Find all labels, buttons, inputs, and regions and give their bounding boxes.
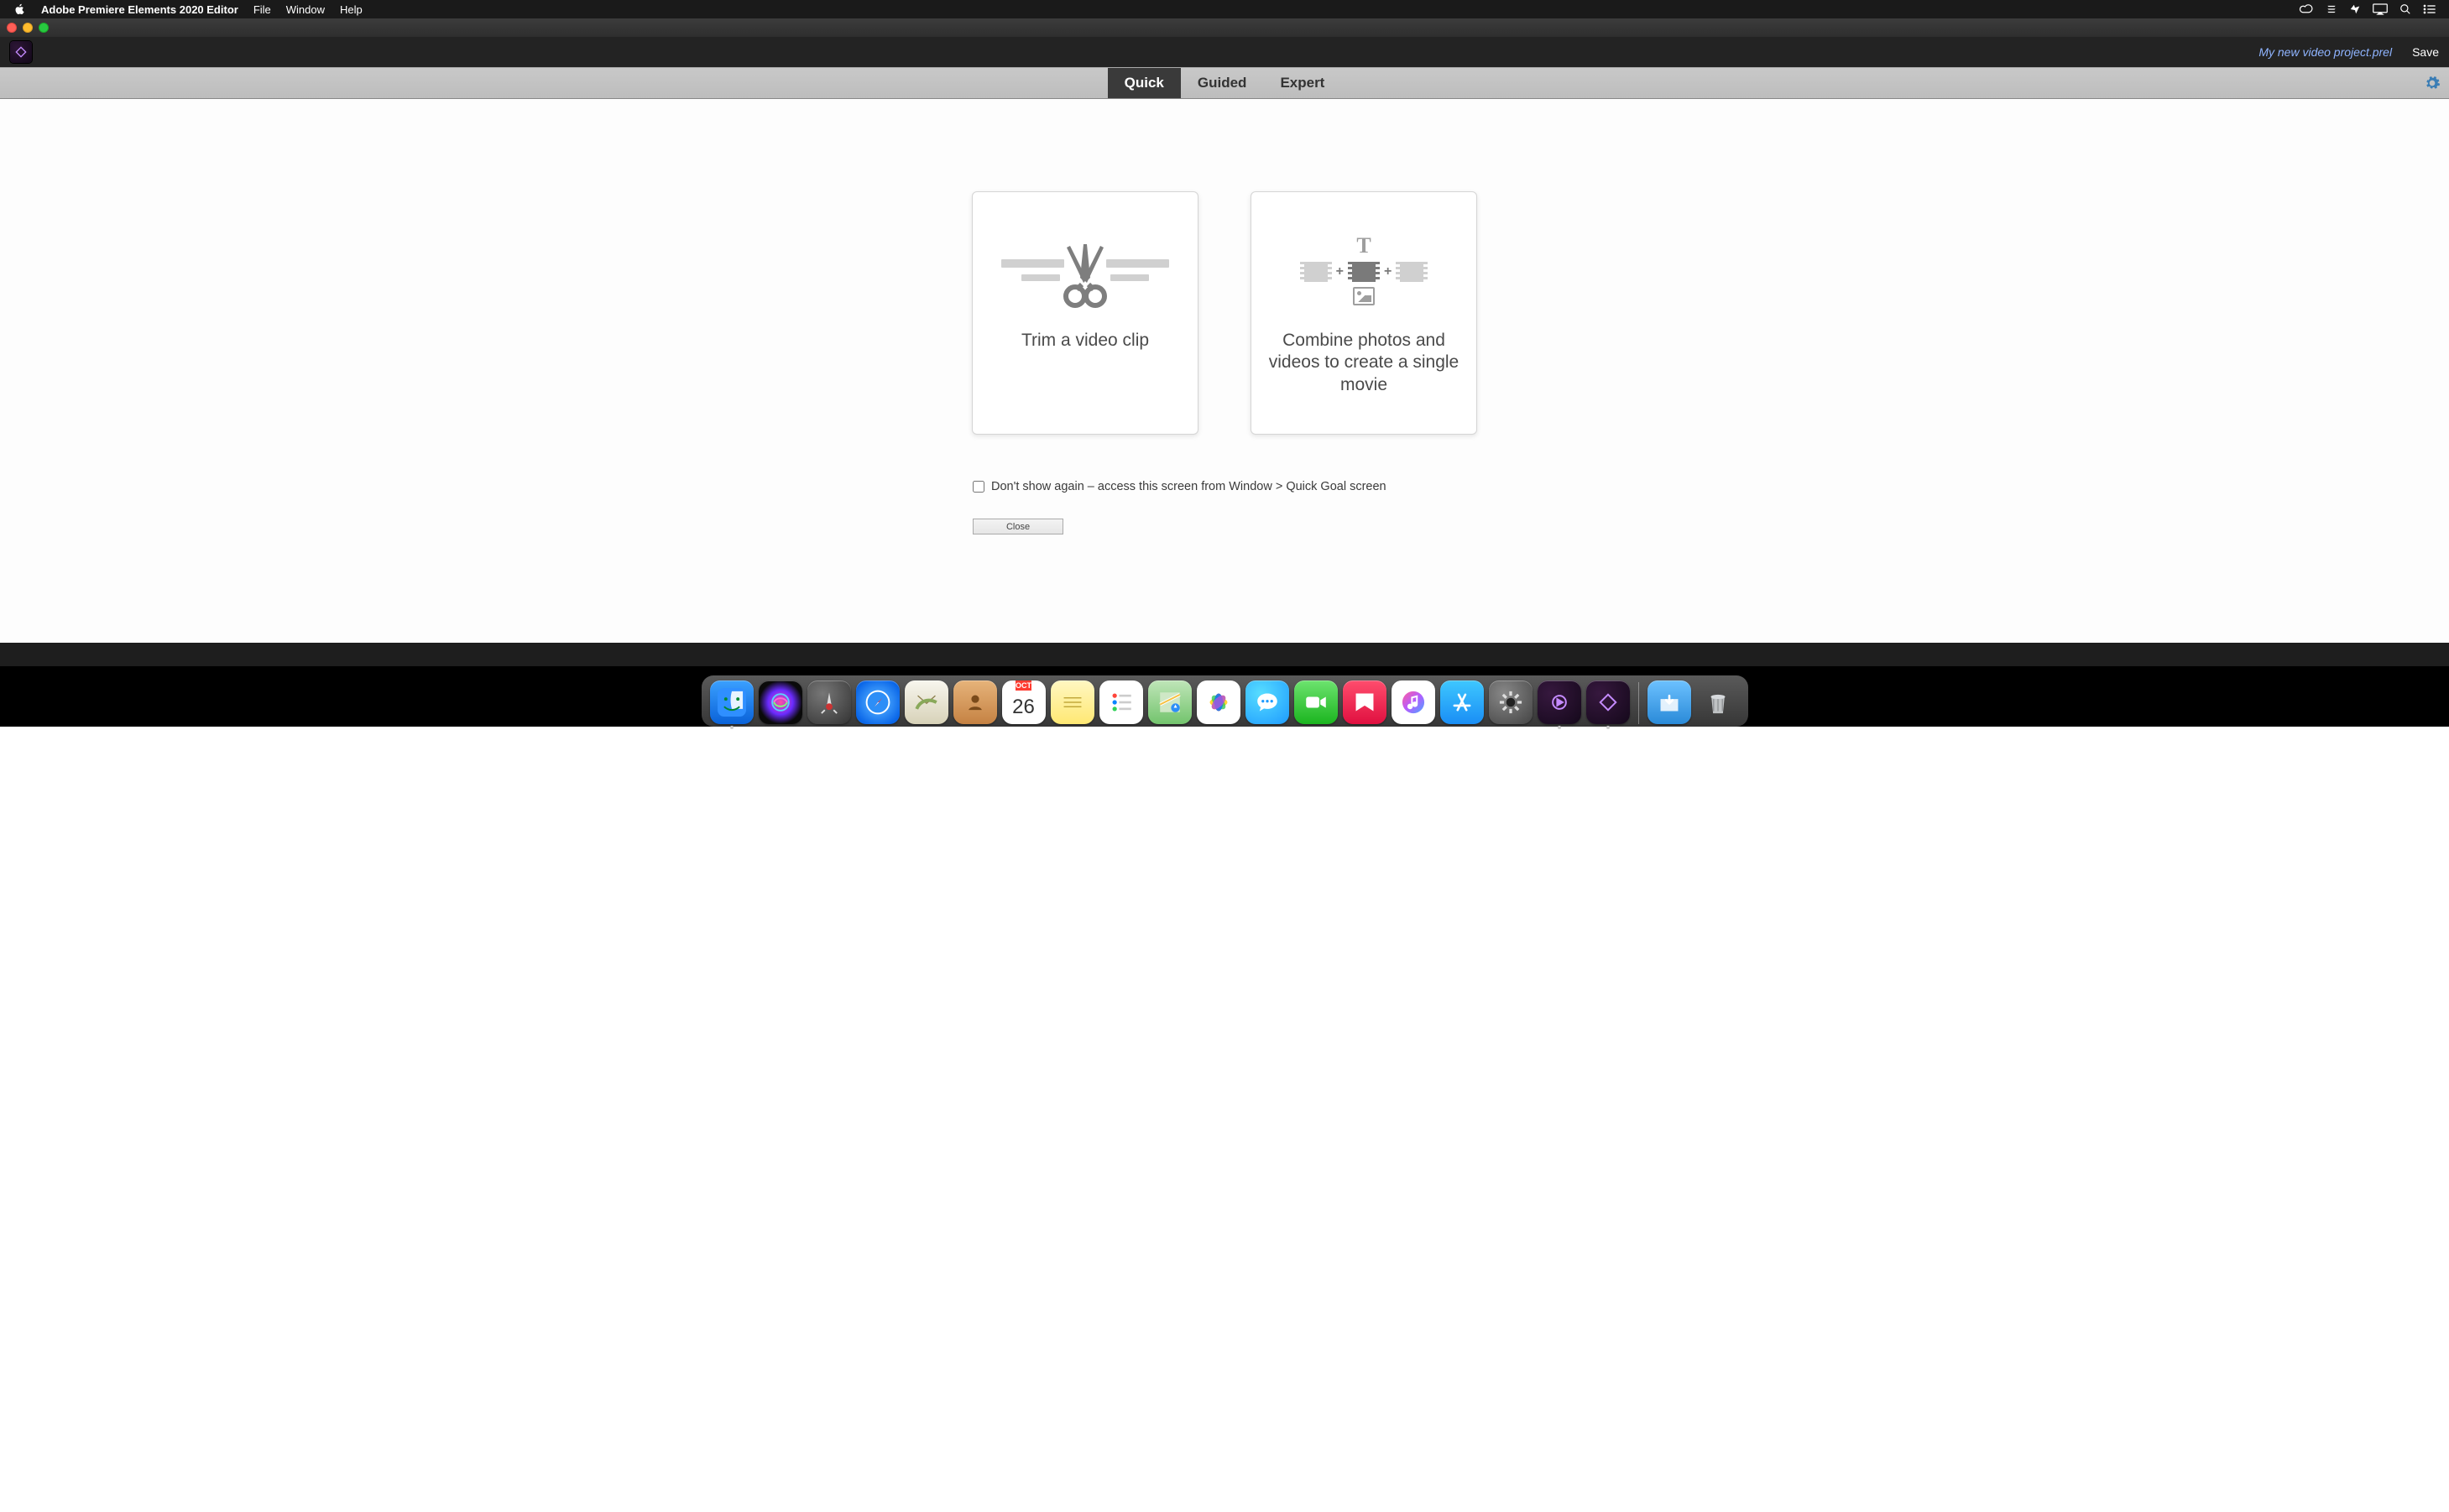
text-glyph-icon: T (1356, 235, 1371, 257)
creative-cloud-icon[interactable] (2293, 3, 2320, 15)
mode-tab-expert[interactable]: Expert (1263, 68, 1341, 98)
dock-premiere-elements-icon[interactable] (1538, 680, 1581, 724)
mode-tab-quick[interactable]: Quick (1108, 68, 1181, 98)
dock: OCT 26 (702, 675, 1748, 727)
dock-siri-icon[interactable] (759, 680, 802, 724)
window-titlebar[interactable] (0, 18, 2449, 37)
card-trim-label: Trim a video clip (1021, 330, 1149, 352)
dock-contacts-icon[interactable] (953, 680, 997, 724)
menubar-list-icon[interactable] (2417, 3, 2442, 15)
screen-mirroring-icon[interactable] (2367, 3, 2394, 15)
window-close-button[interactable] (7, 23, 17, 33)
film-strip-icon (1352, 262, 1376, 282)
dock-separator (1638, 682, 1639, 724)
dock-music-icon[interactable] (1392, 680, 1435, 724)
save-button[interactable]: Save (2412, 45, 2439, 59)
macos-menubar: Adobe Premiere Elements 2020 Editor File… (0, 0, 2449, 18)
notification-center-icon[interactable] (2320, 3, 2343, 15)
menubar-file[interactable]: File (246, 3, 279, 16)
dock-calendar-icon[interactable]: OCT 26 (1002, 680, 1046, 724)
dock-reminders-icon[interactable] (1099, 680, 1143, 724)
dock-appstore-icon[interactable] (1440, 680, 1484, 724)
menubar-app-name[interactable]: Adobe Premiere Elements 2020 Editor (34, 3, 246, 16)
project-name[interactable]: My new video project.prel (2258, 45, 2392, 59)
dont-show-again-label: Don't show again – access this screen fr… (991, 480, 1386, 493)
app-header: My new video project.prel Save (0, 37, 2449, 67)
plus-icon: + (1384, 264, 1392, 279)
settings-gear-icon[interactable] (2424, 75, 2441, 91)
film-strip-icon (1304, 262, 1328, 282)
dock-area: OCT 26 (0, 666, 2449, 727)
dock-premiere-elements-editor-icon[interactable] (1586, 680, 1630, 724)
dock-downloads-icon[interactable] (1647, 680, 1691, 724)
window-zoom-button[interactable] (39, 23, 49, 33)
dock-launchpad-icon[interactable] (807, 680, 851, 724)
plus-icon: + (1336, 264, 1344, 279)
combine-art-icon: T + + (1266, 216, 1461, 325)
mode-tab-guided[interactable]: Guided (1181, 68, 1264, 98)
dock-calendar-day: 26 (1012, 691, 1035, 724)
dock-trash-icon[interactable] (1696, 680, 1740, 724)
close-button[interactable]: Close (973, 519, 1063, 534)
film-strip-icon (1400, 262, 1423, 282)
menubar-status-area (2293, 3, 2442, 15)
dock-messages-icon[interactable] (1245, 680, 1289, 724)
dock-facetime-icon[interactable] (1294, 680, 1338, 724)
menubar-window[interactable]: Window (279, 3, 332, 16)
dock-system-preferences-icon[interactable] (1489, 680, 1533, 724)
dock-news-icon[interactable] (1343, 680, 1386, 724)
trim-art-icon (988, 216, 1183, 325)
card-combine-media[interactable]: T + + Combine photos and videos to creat… (1251, 191, 1477, 435)
dock-maps-icon[interactable] (1148, 680, 1192, 724)
quick-goal-canvas: Trim a video clip T + + Combine photos a… (0, 99, 2449, 643)
window-minimize-button[interactable] (23, 23, 33, 33)
dock-notes-icon[interactable] (1051, 680, 1094, 724)
dock-safari-icon[interactable] (856, 680, 900, 724)
spotlight-icon[interactable] (2394, 3, 2417, 15)
goal-cards: Trim a video clip T + + Combine photos a… (972, 191, 1477, 435)
status-icon[interactable] (2343, 3, 2367, 15)
app-bottom-strip (0, 643, 2449, 666)
app-logo-icon[interactable] (10, 41, 32, 63)
dock-calendar-month: OCT (1016, 680, 1031, 691)
apple-menu[interactable] (7, 3, 34, 15)
mode-bar: Quick Guided Expert (0, 67, 2449, 99)
card-trim-video[interactable]: Trim a video clip (972, 191, 1198, 435)
dock-finder-icon[interactable] (710, 680, 754, 724)
card-combine-label: Combine photos and videos to create a si… (1266, 330, 1461, 396)
menubar-help[interactable]: Help (332, 3, 370, 16)
menubar-left: Adobe Premiere Elements 2020 Editor File… (7, 3, 370, 16)
dont-show-again-row[interactable]: Don't show again – access this screen fr… (973, 480, 1476, 493)
image-icon (1353, 287, 1375, 305)
dont-show-again-checkbox[interactable] (973, 481, 984, 493)
dock-photos-icon[interactable] (1197, 680, 1240, 724)
dock-mail-icon[interactable] (905, 680, 948, 724)
mode-tabs: Quick Guided Expert (1108, 68, 1342, 98)
